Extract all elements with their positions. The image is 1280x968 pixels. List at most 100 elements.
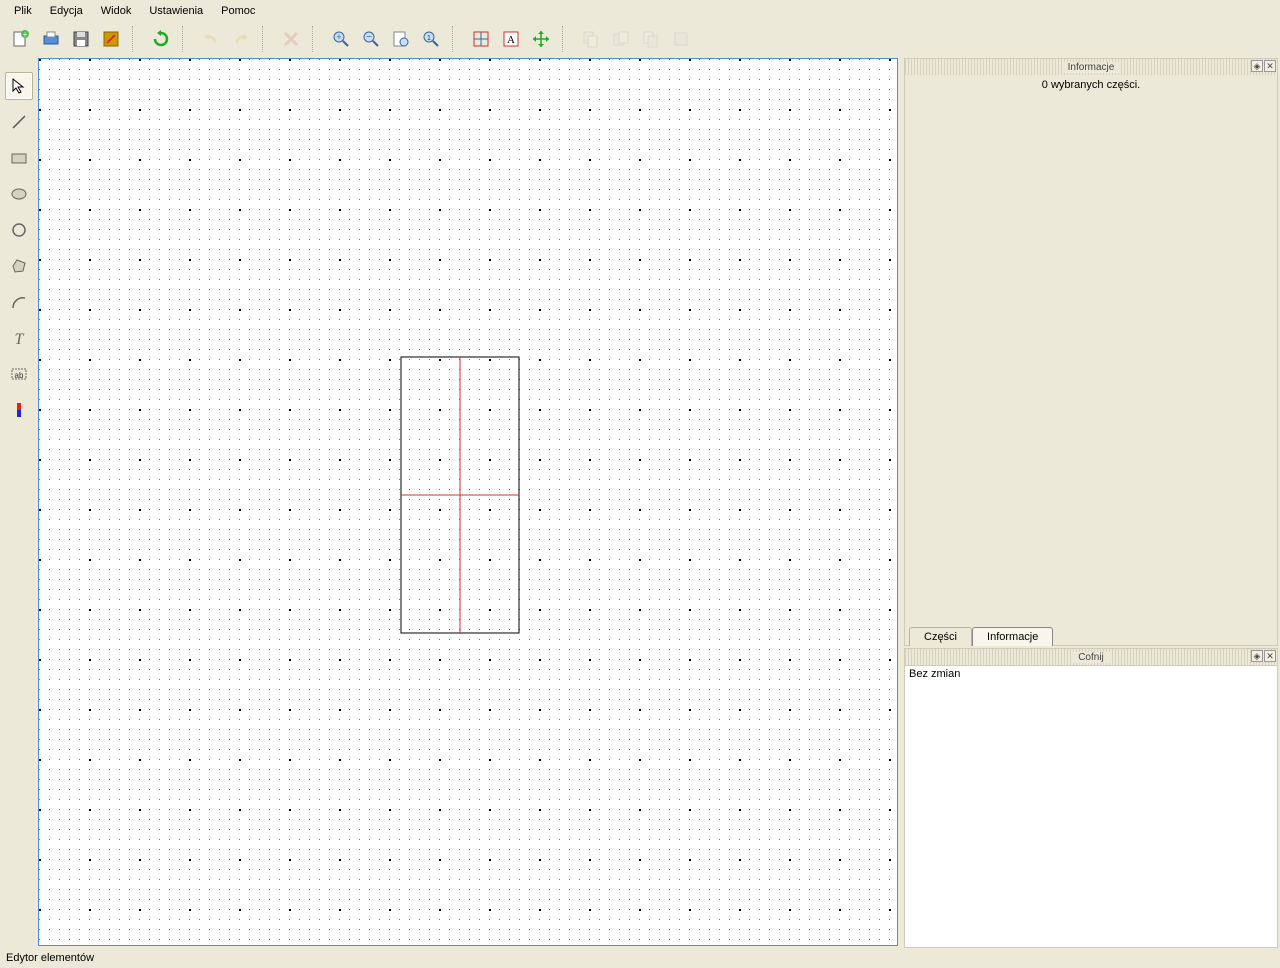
undo-panel: Cofnij ◈ ✕ Bez zmian — [904, 648, 1278, 948]
tool-palette: T ab — [0, 56, 38, 948]
copy-icon — [581, 29, 601, 49]
info-panel-title: Informacje ◈ ✕ — [905, 59, 1277, 75]
zoom-out-icon: − — [361, 29, 381, 49]
svg-text:−: − — [366, 32, 372, 43]
front-button[interactable] — [668, 26, 694, 52]
circle-tool[interactable] — [5, 216, 33, 244]
svg-text:T: T — [15, 331, 25, 347]
info-panel: Informacje ◈ ✕ 0 wybranych części. Częśc… — [904, 58, 1278, 646]
menu-help[interactable]: Pomoc — [213, 3, 263, 19]
cut-icon — [611, 29, 631, 49]
status-text: Edytor elementów — [6, 952, 94, 964]
polygon-tool-icon — [10, 257, 28, 275]
select-tool[interactable] — [5, 72, 33, 100]
main-area: T ab — [0, 56, 1280, 948]
bring-front-icon — [671, 29, 691, 49]
svg-text:+: + — [23, 30, 28, 39]
text-tool-icon: T — [10, 329, 28, 347]
paste-icon — [641, 29, 661, 49]
info-message: 0 wybranych części. — [911, 79, 1271, 91]
panel-close-button[interactable]: ✕ — [1264, 60, 1276, 72]
undo-button[interactable] — [198, 26, 224, 52]
save-as-icon — [101, 29, 121, 49]
tab-parts[interactable]: Części — [909, 627, 972, 646]
zoom-in-icon: + — [331, 29, 351, 49]
svg-text:1: 1 — [427, 35, 431, 42]
line-tool[interactable] — [5, 108, 33, 136]
redo-icon — [231, 29, 251, 49]
svg-text:ab: ab — [15, 371, 24, 380]
move-icon — [531, 29, 551, 49]
undo-panel-body: Bez zmian — [905, 665, 1277, 947]
arc-tool-icon — [10, 293, 28, 311]
info-panel-body: 0 wybranych części. — [905, 75, 1277, 626]
text-frame-button[interactable]: A — [498, 26, 524, 52]
zoom-orig-icon: 1 — [421, 29, 441, 49]
main-toolbar: + + − 1 A — [0, 22, 1280, 56]
save-icon — [71, 29, 91, 49]
undo-message: Bez zmian — [909, 668, 1273, 680]
delete-button[interactable] — [278, 26, 304, 52]
textfield-tool-icon: ab — [10, 365, 28, 383]
right-sidebar: Informacje ◈ ✕ 0 wybranych części. Częśc… — [900, 56, 1280, 948]
undo-panel-title: Cofnij ◈ ✕ — [905, 649, 1277, 665]
ellipse-tool-icon — [10, 185, 28, 203]
menu-settings[interactable]: Ustawienia — [141, 3, 211, 19]
canvas-artwork — [39, 59, 897, 945]
ellipse-tool[interactable] — [5, 180, 33, 208]
zoom-orig-button[interactable]: 1 — [418, 26, 444, 52]
toolbar-separator — [132, 26, 140, 52]
toolbar-separator — [452, 26, 460, 52]
menu-file[interactable]: Plik — [6, 3, 40, 19]
svg-text:A: A — [507, 34, 515, 46]
menu-view[interactable]: Widok — [93, 3, 140, 19]
circle-tool-icon — [10, 221, 28, 239]
paste-button[interactable] — [638, 26, 664, 52]
panel-float-button[interactable]: ◈ — [1251, 650, 1263, 662]
text-frame-icon: A — [501, 29, 521, 49]
save-button[interactable] — [68, 26, 94, 52]
menu-edit[interactable]: Edycja — [42, 3, 91, 19]
panel-float-button[interactable]: ◈ — [1251, 60, 1263, 72]
statusbar: Edytor elementów — [0, 948, 1280, 968]
terminal-tool[interactable] — [5, 396, 33, 424]
select-tool-icon — [10, 77, 28, 95]
reload-icon — [151, 29, 171, 49]
svg-text:+: + — [336, 32, 341, 42]
info-panel-tabs: Części Informacje — [905, 626, 1277, 645]
saveas-button[interactable] — [98, 26, 124, 52]
text-tool[interactable]: T — [5, 324, 33, 352]
redo-button[interactable] — [228, 26, 254, 52]
polygon-tool[interactable] — [5, 252, 33, 280]
copy-button[interactable] — [578, 26, 604, 52]
print-button[interactable] — [38, 26, 64, 52]
zoom-in-button[interactable]: + — [328, 26, 354, 52]
canvas-container — [38, 56, 900, 948]
toolbar-separator — [312, 26, 320, 52]
grid-icon — [471, 29, 491, 49]
zoom-fit-button[interactable] — [388, 26, 414, 52]
rect-tool[interactable] — [5, 144, 33, 172]
rect-tool-icon — [10, 149, 28, 167]
print-icon — [41, 29, 61, 49]
terminal-tool-icon — [10, 401, 28, 419]
zoom-out-button[interactable]: − — [358, 26, 384, 52]
reload-button[interactable] — [148, 26, 174, 52]
delete-icon — [281, 29, 301, 49]
menubar: Plik Edycja Widok Ustawienia Pomoc — [0, 0, 1280, 22]
zoom-fit-icon — [391, 29, 411, 49]
toolbar-separator — [262, 26, 270, 52]
drawing-canvas[interactable] — [38, 58, 898, 946]
arc-tool[interactable] — [5, 288, 33, 316]
grid-button[interactable] — [468, 26, 494, 52]
new-file-icon: + — [11, 29, 31, 49]
new-button[interactable]: + — [8, 26, 34, 52]
move-button[interactable] — [528, 26, 554, 52]
line-tool-icon — [10, 113, 28, 131]
cut-button[interactable] — [608, 26, 634, 52]
undo-icon — [201, 29, 221, 49]
toolbar-separator — [182, 26, 190, 52]
textfield-tool[interactable]: ab — [5, 360, 33, 388]
panel-close-button[interactable]: ✕ — [1264, 650, 1276, 662]
tab-info[interactable]: Informacje — [972, 627, 1053, 646]
